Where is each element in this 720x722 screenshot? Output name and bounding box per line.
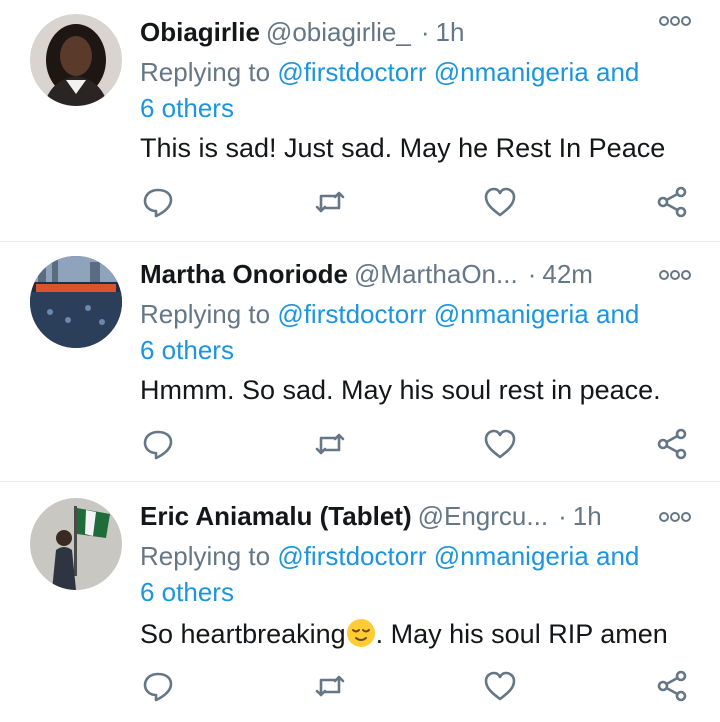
replying-targets-link[interactable]: @firstdoctorr @nmanigeria and (277, 299, 639, 329)
tweet-text: This is sad! Just sad. May he Rest In Pe… (140, 130, 710, 166)
tweet-text: So heartbreaking . May his soul RIP amen (140, 616, 710, 652)
retweet-icon[interactable] (312, 668, 348, 704)
timestamp[interactable]: 1h (573, 501, 602, 531)
like-heart-icon[interactable] (482, 668, 518, 704)
retweet-icon[interactable] (312, 184, 348, 220)
replying-to: Replying to @firstdoctorr @nmanigeria an… (140, 54, 700, 126)
share-icon[interactable] (654, 668, 690, 704)
tweet-text-body: So heartbreaking (140, 619, 346, 649)
avatar[interactable] (30, 498, 122, 590)
relieved-face-emoji (346, 618, 376, 648)
reply-icon[interactable] (140, 668, 176, 704)
display-name[interactable]: Martha Onoriode (140, 259, 348, 289)
user-handle[interactable]: @MarthaOn... (354, 259, 518, 289)
avatar[interactable] (30, 14, 122, 106)
tweet[interactable]: Martha Onoriode @MarthaOn... · 42m Replying… (0, 240, 720, 482)
more-options-icon[interactable] (658, 14, 692, 28)
display-name[interactable]: Eric Aniamalu (Tablet) (140, 501, 412, 531)
replying-prefix: Replying to (140, 57, 278, 87)
reply-icon[interactable] (140, 184, 176, 220)
reply-icon[interactable] (140, 426, 176, 462)
retweet-icon[interactable] (312, 426, 348, 462)
tweet-actions (0, 184, 720, 224)
tweet[interactable]: Obiagirlie @obiagirlie_ · 1h Replying to @f… (0, 0, 720, 242)
replying-others-link[interactable]: 6 others (140, 335, 234, 365)
tweet-header: Eric Aniamalu (Tablet) @Engrcu... · 1h (140, 498, 700, 534)
tweet-actions (0, 668, 720, 708)
share-icon[interactable] (654, 426, 690, 462)
avatar[interactable] (30, 256, 122, 348)
tweet-header: Martha Onoriode @MarthaOn... · 42m (140, 256, 700, 292)
replying-prefix: Replying to (140, 541, 278, 571)
replying-to: Replying to @firstdoctorr @nmanigeria an… (140, 538, 700, 610)
replying-targets-link[interactable]: @firstdoctorr @nmanigeria and (277, 57, 639, 87)
replying-targets-link[interactable]: @firstdoctorr @nmanigeria and (277, 541, 639, 571)
tweet-text: Hmmm. So sad. May his soul rest in peace… (140, 372, 710, 408)
timestamp[interactable]: 42m (542, 259, 593, 289)
user-handle[interactable]: @Engrcu... (418, 501, 548, 531)
more-options-icon[interactable] (658, 510, 692, 524)
tweet-header: Obiagirlie @obiagirlie_ · 1h (140, 14, 700, 50)
timestamp[interactable]: 1h (436, 17, 465, 47)
separator-dot: · (558, 501, 567, 531)
separator-dot: · (527, 259, 537, 289)
like-heart-icon[interactable] (482, 184, 518, 220)
tweet-text-body: Hmmm. So sad. May his soul rest in peace… (140, 375, 661, 405)
display-name[interactable]: Obiagirlie (140, 17, 260, 47)
separator-dot: · (420, 17, 430, 47)
more-options-icon[interactable] (658, 268, 692, 282)
like-heart-icon[interactable] (482, 426, 518, 462)
tweet-text-continuation: . May his soul RIP amen (375, 619, 668, 649)
tweet-text-body: This is sad! Just sad. May he Rest In Pe… (140, 133, 666, 163)
replying-others-link[interactable]: 6 others (140, 93, 234, 123)
replying-to: Replying to @firstdoctorr @nmanigeria an… (140, 296, 700, 368)
replying-others-link[interactable]: 6 others (140, 577, 234, 607)
share-icon[interactable] (654, 184, 690, 220)
tweet[interactable]: Eric Aniamalu (Tablet) @Engrcu... · 1h Repl… (0, 482, 720, 722)
tweet-actions (0, 426, 720, 466)
replying-prefix: Replying to (140, 299, 278, 329)
user-handle[interactable]: @obiagirlie_ (266, 17, 411, 47)
